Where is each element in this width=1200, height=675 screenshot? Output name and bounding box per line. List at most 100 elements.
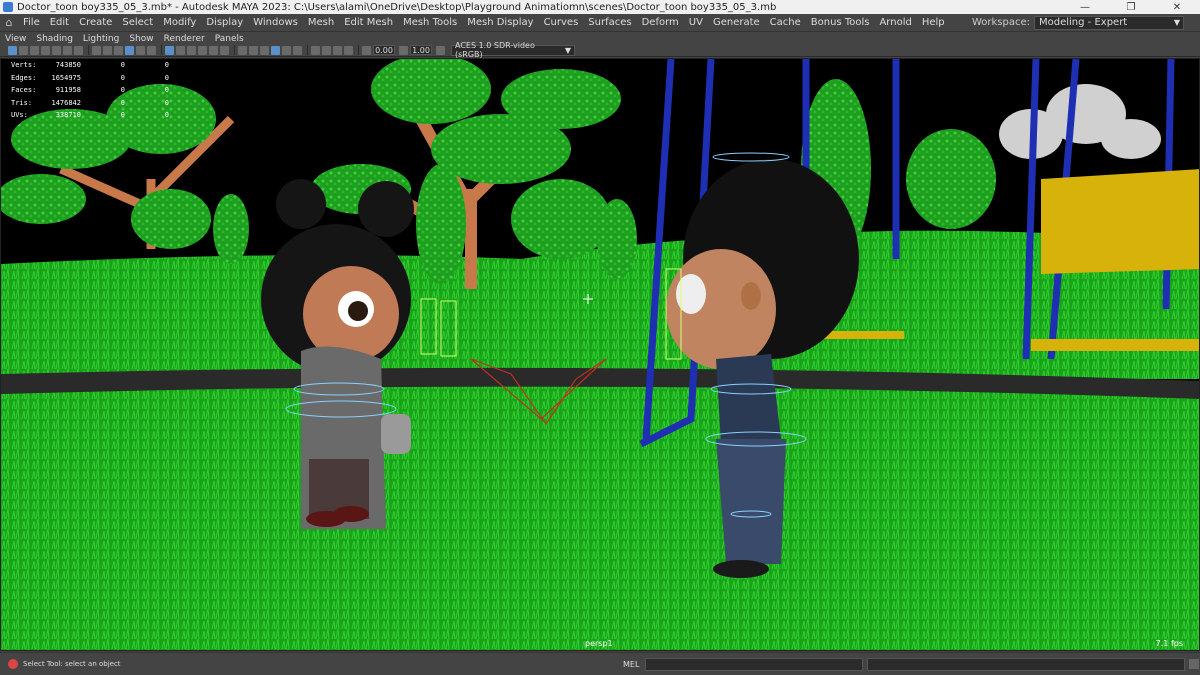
menu-cache[interactable]: Cache — [765, 17, 806, 28]
menu-select[interactable]: Select — [117, 17, 158, 28]
menu-display[interactable]: Display — [201, 17, 248, 28]
close-button[interactable]: ✕ — [1154, 0, 1200, 14]
smooth-shade-icon[interactable] — [103, 45, 112, 55]
menu-bonus-tools[interactable]: Bonus Tools — [806, 17, 875, 28]
hud-tris: 0 — [164, 111, 169, 120]
poly-count-hud: Verts: 743850 0 0 Edges: 1654975 0 0 Faces: 91195… — [11, 59, 173, 122]
select-camera-icon[interactable] — [8, 45, 17, 55]
hud-value: 1476842 — [51, 98, 81, 107]
maya-app-icon — [3, 2, 13, 12]
hud-selected: 0 — [120, 98, 125, 107]
menu-edit[interactable]: Edit — [45, 17, 74, 28]
panel-menu-bar: View Shading Lighting Show Renderer Panels — [0, 33, 1200, 44]
menu-deform[interactable]: Deform — [637, 17, 684, 28]
menu-surfaces[interactable]: Surfaces — [583, 17, 636, 28]
hud-tris: 0 — [164, 61, 169, 70]
main-menu-bar: ⌂ File Edit Create Select Modify Display Windo… — [0, 14, 1200, 32]
panel-menu-shading[interactable]: Shading — [31, 34, 78, 44]
hud-value: 1654975 — [51, 73, 81, 82]
camera-icon[interactable] — [344, 45, 353, 55]
image-plane-icon[interactable] — [41, 45, 50, 55]
wireframe-on-shaded-icon[interactable] — [125, 45, 134, 55]
safe-action-icon[interactable] — [209, 45, 218, 55]
panel-menu-renderer[interactable]: Renderer — [159, 34, 210, 44]
script-editor-icon[interactable] — [1189, 659, 1200, 669]
depth-of-field-icon[interactable] — [311, 45, 320, 55]
anti-aliasing-icon[interactable] — [293, 45, 302, 55]
hud-selected: 0 — [120, 111, 125, 120]
xray-active-icon[interactable] — [271, 45, 280, 55]
resolution-gate-icon[interactable] — [74, 45, 83, 55]
color-space-value: ACES 1.0 SDR-video (sRGB) — [455, 41, 535, 59]
menu-curves[interactable]: Curves — [539, 17, 584, 28]
isolate-select-icon[interactable] — [238, 45, 247, 55]
xray-icon[interactable] — [249, 45, 258, 55]
panel-menu-show[interactable]: Show — [124, 34, 158, 44]
field-chart-icon[interactable] — [198, 45, 207, 55]
resolution-gate-toggle-icon[interactable] — [176, 45, 185, 55]
menu-mesh-tools[interactable]: Mesh Tools — [398, 17, 462, 28]
menu-help[interactable]: Help — [917, 17, 950, 28]
hud-value: 743850 — [55, 61, 81, 70]
wireframe-icon[interactable] — [92, 45, 101, 55]
workspace-dropdown[interactable]: Modeling - Expert ▼ — [1034, 15, 1184, 30]
menu-file[interactable]: File — [18, 17, 45, 28]
ambient-occlusion-icon[interactable] — [282, 45, 291, 55]
grid-toggle-icon[interactable] — [165, 45, 174, 55]
safe-title-icon[interactable] — [220, 45, 229, 55]
panel-toolbar: 0.00 1.00 ACES 1.0 SDR-video (sRGB) ▼ — [0, 41, 1200, 59]
perspective-viewport[interactable]: Verts: 743850 0 0 Edges: 1654975 0 0 Faces: 91195… — [0, 58, 1200, 651]
film-gate-icon[interactable] — [63, 45, 72, 55]
menu-modify[interactable]: Modify — [158, 17, 201, 28]
hud-row: Verts: 743850 0 0 — [11, 59, 173, 72]
workspace-label: Workspace: — [971, 17, 1030, 28]
gate-mask-icon[interactable] — [187, 45, 196, 55]
color-space-dropdown[interactable]: ACES 1.0 SDR-video (sRGB) ▼ — [451, 41, 575, 59]
default-material-icon[interactable] — [114, 45, 123, 55]
bookmarks-icon[interactable] — [30, 45, 39, 55]
menu-items: File Edit Create Select Modify Display Windows… — [18, 17, 950, 28]
minimize-button[interactable]: — — [1062, 0, 1108, 14]
menu-generate[interactable]: Generate — [708, 17, 765, 28]
hud-tris: 0 — [164, 73, 169, 82]
hud-row: Faces: 911958 0 0 — [11, 84, 173, 97]
menu-arnold[interactable]: Arnold — [874, 17, 916, 28]
grid-icon[interactable] — [52, 45, 61, 55]
motion-blur-icon[interactable] — [322, 45, 331, 55]
command-line-input[interactable] — [645, 657, 864, 671]
exposure-icon — [362, 45, 371, 55]
camera-name-label: persp1 — [585, 639, 613, 648]
help-line-bar: Select Tool: select an object MEL — [0, 652, 1200, 675]
menu-uv[interactable]: UV — [684, 17, 708, 28]
grass-foreground — [1, 386, 1199, 650]
menu-mesh[interactable]: Mesh — [303, 17, 339, 28]
scene-render — [1, 59, 1199, 650]
chevron-down-icon: ▼ — [564, 45, 571, 55]
fps-label: 7.1 fps — [1155, 639, 1183, 648]
menu-create[interactable]: Create — [74, 17, 117, 28]
home-icon[interactable]: ⌂ — [0, 14, 18, 32]
exposure-field[interactable]: 0.00 — [373, 45, 395, 55]
hud-row: Tris: 1476842 0 0 — [11, 97, 173, 110]
help-line-text: Select Tool: select an object — [23, 660, 121, 668]
shadows-icon[interactable] — [333, 45, 342, 55]
panel-menu-view[interactable]: View — [0, 34, 31, 44]
maximize-button[interactable]: ❐ — [1108, 0, 1154, 14]
panel-menu-lighting[interactable]: Lighting — [78, 34, 124, 44]
hud-row: Edges: 1654975 0 0 — [11, 72, 173, 85]
hud-value: 338710 — [55, 111, 81, 120]
view-transform-icon[interactable] — [436, 45, 445, 55]
maya-logo-icon — [8, 659, 18, 669]
hud-row: UVs: 338710 0 0 — [11, 109, 173, 122]
camera-attributes-icon[interactable] — [19, 45, 28, 55]
panel-menu-panels[interactable]: Panels — [210, 34, 249, 44]
script-language-toggle[interactable]: MEL — [623, 660, 639, 669]
gamma-field[interactable]: 1.00 — [410, 45, 432, 55]
textured-icon[interactable] — [136, 45, 145, 55]
xray-joints-icon[interactable] — [260, 45, 269, 55]
cloud — [999, 84, 1161, 159]
menu-edit-mesh[interactable]: Edit Mesh — [339, 17, 398, 28]
menu-windows[interactable]: Windows — [248, 17, 303, 28]
menu-mesh-display[interactable]: Mesh Display — [462, 17, 538, 28]
use-all-lights-icon[interactable] — [147, 45, 156, 55]
